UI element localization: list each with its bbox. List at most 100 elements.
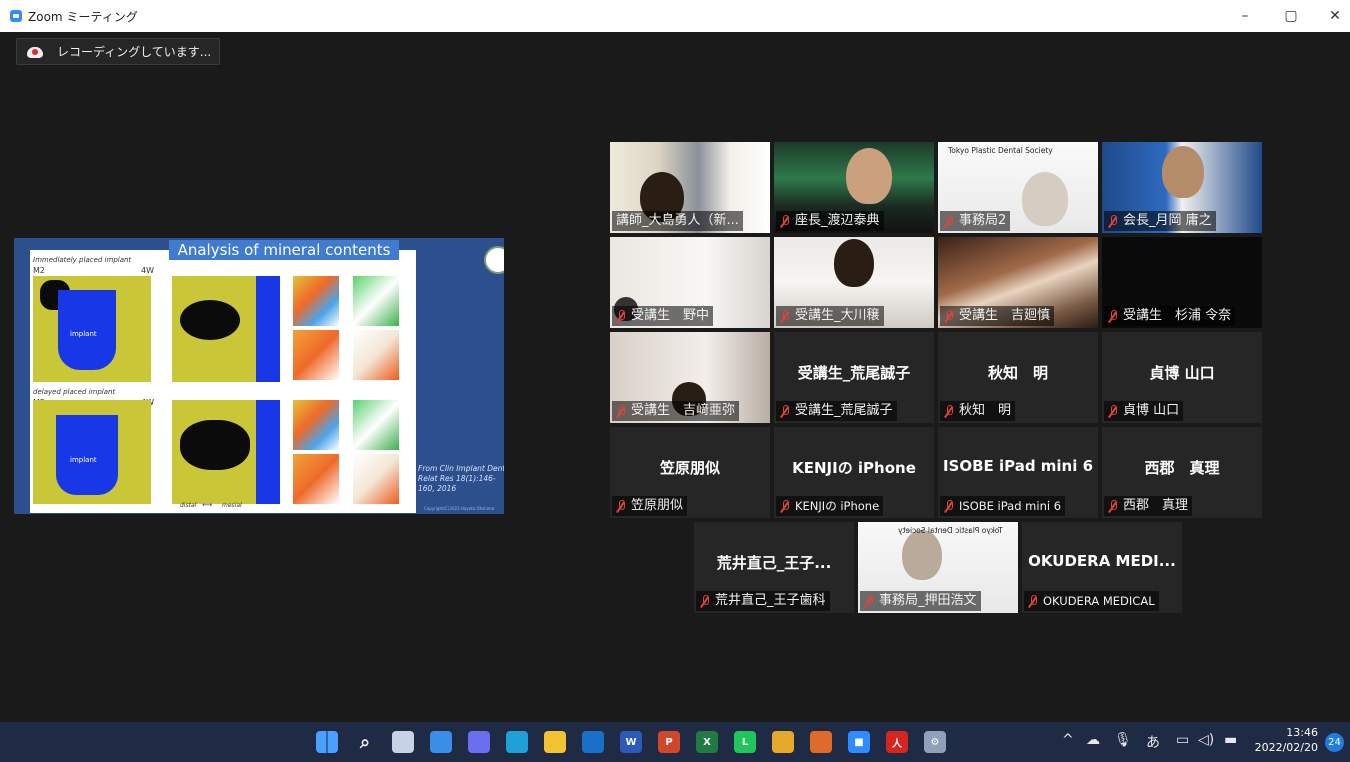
participant-figure bbox=[846, 148, 892, 204]
participant-name-label: 貞博 山口 bbox=[1104, 401, 1184, 421]
participant-name: 受講生 杉浦 令奈 bbox=[1123, 308, 1232, 323]
recording-label: レコーディングしています... bbox=[57, 45, 212, 59]
mic-muted-icon bbox=[616, 499, 626, 513]
participant-tile[interactable]: 受講生 野中 bbox=[610, 237, 770, 328]
chat-icon[interactable] bbox=[468, 731, 490, 753]
participant-name-label: 西郡 真理 bbox=[1104, 496, 1193, 516]
outlook-icon[interactable] bbox=[582, 731, 604, 753]
powerpoint-icon[interactable]: P bbox=[658, 731, 680, 753]
mic-muted-icon bbox=[780, 404, 790, 418]
task-view-icon[interactable] bbox=[392, 731, 414, 753]
participant-display-name: 受講生_荒尾誠子 bbox=[797, 364, 911, 382]
mic-muted-icon bbox=[1108, 404, 1118, 418]
participant-name-label: 座長_渡辺泰典 bbox=[776, 211, 884, 231]
participant-tile[interactable]: 荒井直己_王子... 荒井直己_王子歯科 bbox=[694, 522, 854, 613]
heatmap-ca-top bbox=[293, 276, 339, 326]
zoom-icon[interactable]: ■ bbox=[848, 731, 870, 753]
participant-tile[interactable]: ISOBE iPad mini 6 ISOBE iPad mini 6 bbox=[938, 427, 1098, 518]
mic-muted-icon bbox=[944, 499, 954, 513]
microphone-icon[interactable]: 🎙 bbox=[1114, 732, 1132, 748]
participant-tile[interactable]: 受講生 吉廻慎 bbox=[938, 237, 1098, 328]
heatmap-mg-bottom bbox=[353, 400, 399, 450]
network-icon[interactable]: ▭ bbox=[1176, 732, 1189, 748]
participant-display-name: 荒井直己_王子... bbox=[716, 554, 832, 572]
participant-name-label: 受講生 吉廻慎 bbox=[940, 306, 1055, 326]
search-icon[interactable]: ⌕ bbox=[354, 731, 376, 753]
word-icon[interactable]: W bbox=[620, 731, 642, 753]
shared-screen[interactable]: Immediately placed implant M2 4W implant… bbox=[14, 238, 504, 514]
heatmap-ti-top bbox=[353, 330, 399, 380]
participant-tile[interactable]: 会長_月岡 庸之 bbox=[1102, 142, 1262, 233]
participant-name: 講師_大島勇人（新... bbox=[616, 213, 739, 228]
participant-tile[interactable]: 笠原朋似 笠原朋似 bbox=[610, 427, 770, 518]
participant-name-label: 受講生_大川穣 bbox=[776, 306, 884, 326]
mic-muted-icon bbox=[944, 404, 954, 418]
mic-muted-icon bbox=[1108, 309, 1118, 323]
recording-indicator[interactable]: レコーディングしています... bbox=[16, 38, 220, 65]
acrobat-icon[interactable]: 人 bbox=[886, 731, 908, 753]
participant-name: 笠原朋似 bbox=[631, 498, 684, 513]
participant-tile[interactable]: 受講生 杉浦 令奈 bbox=[1102, 237, 1262, 328]
line-icon[interactable]: L bbox=[734, 731, 756, 753]
mic-muted-icon bbox=[780, 214, 790, 228]
file-explorer-icon[interactable] bbox=[544, 731, 566, 753]
settings-icon[interactable]: ⚙ bbox=[924, 731, 946, 753]
implant-label-bottom: implant bbox=[70, 456, 97, 464]
participant-name: 会長_月岡 庸之 bbox=[1123, 213, 1212, 228]
participant-tile[interactable]: 受講生_荒尾誠子 受講生_荒尾誠子 bbox=[774, 332, 934, 423]
taskbar-clock[interactable]: 13:46 2022/02/20 bbox=[1255, 725, 1318, 755]
participant-tile[interactable]: 座長_渡辺泰典 bbox=[774, 142, 934, 233]
close-button[interactable]: ✕ bbox=[1312, 0, 1350, 32]
caption-delayed: delayed placed implant bbox=[33, 388, 116, 396]
notification-badge[interactable]: 24 bbox=[1325, 733, 1344, 752]
participant-name-label: 事務局2 bbox=[940, 211, 1011, 231]
implant-edge-top bbox=[256, 276, 280, 382]
start-icon[interactable] bbox=[316, 731, 338, 753]
distal-mesial-arrow-icon: ⟷ bbox=[202, 501, 213, 509]
chrome-icon[interactable] bbox=[772, 731, 794, 753]
participant-tile[interactable]: 貞博 山口 貞博 山口 bbox=[1102, 332, 1262, 423]
micro-dark-region bbox=[180, 300, 240, 340]
participant-name-label: OKUDERA MEDICAL bbox=[1024, 591, 1159, 611]
ime-indicator[interactable]: あ bbox=[1146, 732, 1160, 752]
participant-display-name: 西郡 真理 bbox=[1144, 459, 1220, 477]
chevron-up-icon[interactable]: ^ bbox=[1062, 732, 1074, 748]
participant-name-label: 受講生_荒尾誠子 bbox=[776, 401, 897, 421]
widgets-icon[interactable] bbox=[430, 731, 452, 753]
participant-name: 受講生 吉﨑亜弥 bbox=[631, 403, 736, 418]
participant-tile[interactable]: OKUDERA MEDI... OKUDERA MEDICAL bbox=[1022, 522, 1182, 613]
participant-tile[interactable]: 西郡 真理 西郡 真理 bbox=[1102, 427, 1262, 518]
participant-name-label: 笠原朋似 bbox=[612, 496, 688, 516]
mic-muted-icon bbox=[616, 404, 626, 418]
participant-tile[interactable]: 秋知 明秋知 明 bbox=[938, 332, 1098, 423]
participant-name-label: 事務局_押田浩文 bbox=[860, 591, 981, 611]
heatmap-p-top bbox=[293, 330, 339, 380]
mic-muted-icon bbox=[780, 309, 790, 323]
slide-title: Analysis of mineral contents bbox=[169, 240, 399, 260]
participant-tile[interactable]: 講師_大島勇人（新... bbox=[610, 142, 770, 233]
volume-icon[interactable]: ◁) bbox=[1198, 732, 1214, 748]
axis-mesial: mesial bbox=[222, 502, 242, 509]
excel-icon[interactable]: X bbox=[696, 731, 718, 753]
heatmap-mg-top bbox=[353, 276, 399, 326]
chrome-alt-icon[interactable] bbox=[810, 731, 832, 753]
participant-tile[interactable]: Tokyo Plastic Dental Society 事務局_押田浩文 bbox=[858, 522, 1018, 613]
maximize-button[interactable]: ▢ bbox=[1268, 0, 1314, 32]
participant-tile[interactable]: KENJIの iPhone KENJIの iPhone bbox=[774, 427, 934, 518]
edge-icon[interactable] bbox=[506, 731, 528, 753]
participant-name-label: ISOBE iPad mini 6 bbox=[940, 496, 1066, 516]
participant-tile[interactable]: 受講生_大川穣 bbox=[774, 237, 934, 328]
participant-tile[interactable]: 受講生 吉﨑亜弥 bbox=[610, 332, 770, 423]
mic-muted-icon bbox=[1108, 214, 1118, 228]
heatmap-p-bottom bbox=[293, 454, 339, 504]
video-banner: Tokyo Plastic Dental Society bbox=[948, 146, 1053, 155]
video-banner: Tokyo Plastic Dental Society bbox=[898, 526, 1003, 535]
clock-date: 2022/02/20 bbox=[1254, 741, 1318, 754]
participant-name: ISOBE iPad mini 6 bbox=[959, 499, 1062, 513]
battery-icon[interactable]: ▬ bbox=[1224, 732, 1237, 748]
onedrive-icon[interactable]: ☁ bbox=[1086, 732, 1100, 748]
participant-name: 貞博 山口 bbox=[1123, 403, 1180, 418]
mic-muted-icon bbox=[944, 309, 954, 323]
minimize-button[interactable]: – bbox=[1222, 0, 1268, 32]
participant-tile[interactable]: Tokyo Plastic Dental Society 事務局2 bbox=[938, 142, 1098, 233]
